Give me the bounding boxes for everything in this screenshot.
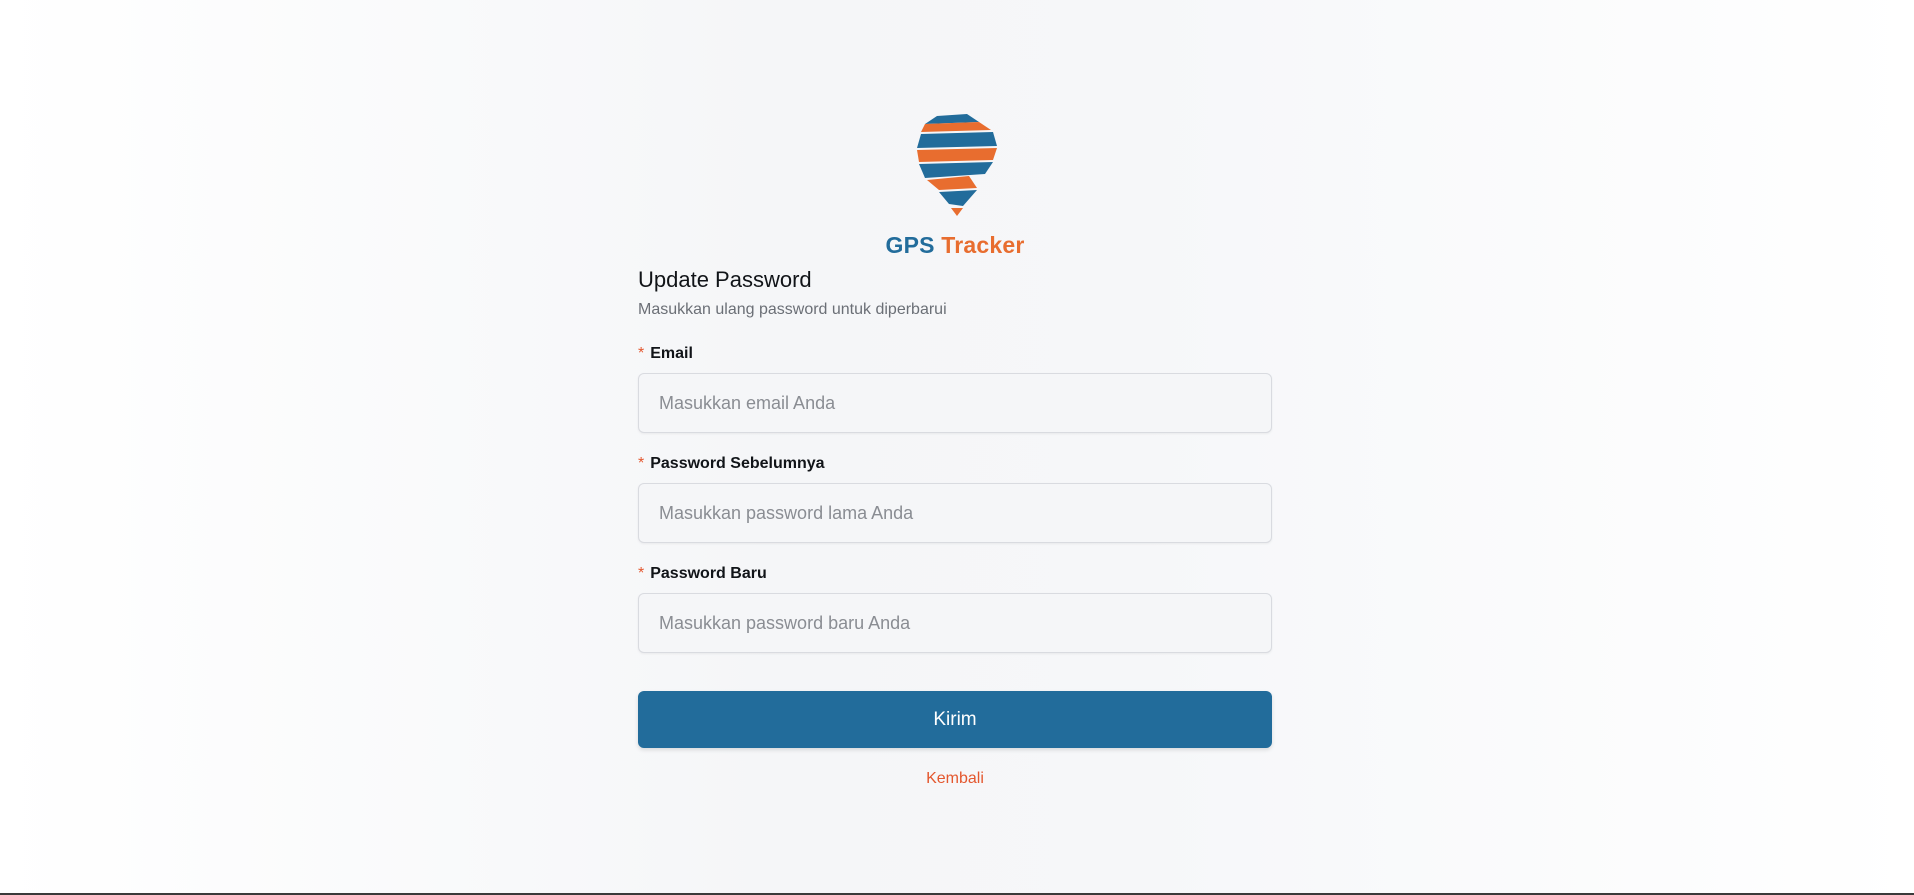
required-marker: *	[638, 565, 645, 582]
required-marker: *	[638, 455, 645, 472]
new-password-label-text: Password Baru	[650, 565, 767, 582]
required-marker: *	[638, 345, 645, 362]
old-password-label-text: Password Sebelumnya	[650, 455, 825, 472]
page-subtitle: Masukkan ulang password untuk diperbarui	[638, 301, 947, 318]
brand-header: GPS Tracker	[638, 112, 1272, 259]
new-password-label: * Password Baru	[638, 565, 1272, 583]
old-password-input[interactable]	[638, 483, 1272, 543]
page-title: Update Password	[638, 267, 812, 292]
email-input[interactable]	[638, 373, 1272, 433]
brand-name: GPS Tracker	[885, 232, 1024, 259]
brand-name-gps: GPS	[885, 232, 935, 258]
submit-button[interactable]: Kirim	[638, 691, 1272, 748]
email-label: * Email	[638, 345, 1272, 363]
new-password-input[interactable]	[638, 593, 1272, 653]
email-label-text: Email	[650, 345, 693, 362]
update-password-container: GPS Tracker Update Password Masukkan ula…	[638, 112, 1272, 788]
old-password-field-group: * Password Sebelumnya	[638, 455, 1272, 543]
email-field-group: * Email	[638, 345, 1272, 433]
brand-name-tracker: Tracker	[941, 232, 1025, 258]
new-password-field-group: * Password Baru	[638, 565, 1272, 653]
old-password-label: * Password Sebelumnya	[638, 455, 1272, 473]
map-pin-logo-icon	[917, 114, 997, 216]
back-link[interactable]: Kembali	[638, 770, 1272, 788]
update-password-form: * Email * Password Sebelumnya * Password Ba…	[638, 345, 1272, 748]
